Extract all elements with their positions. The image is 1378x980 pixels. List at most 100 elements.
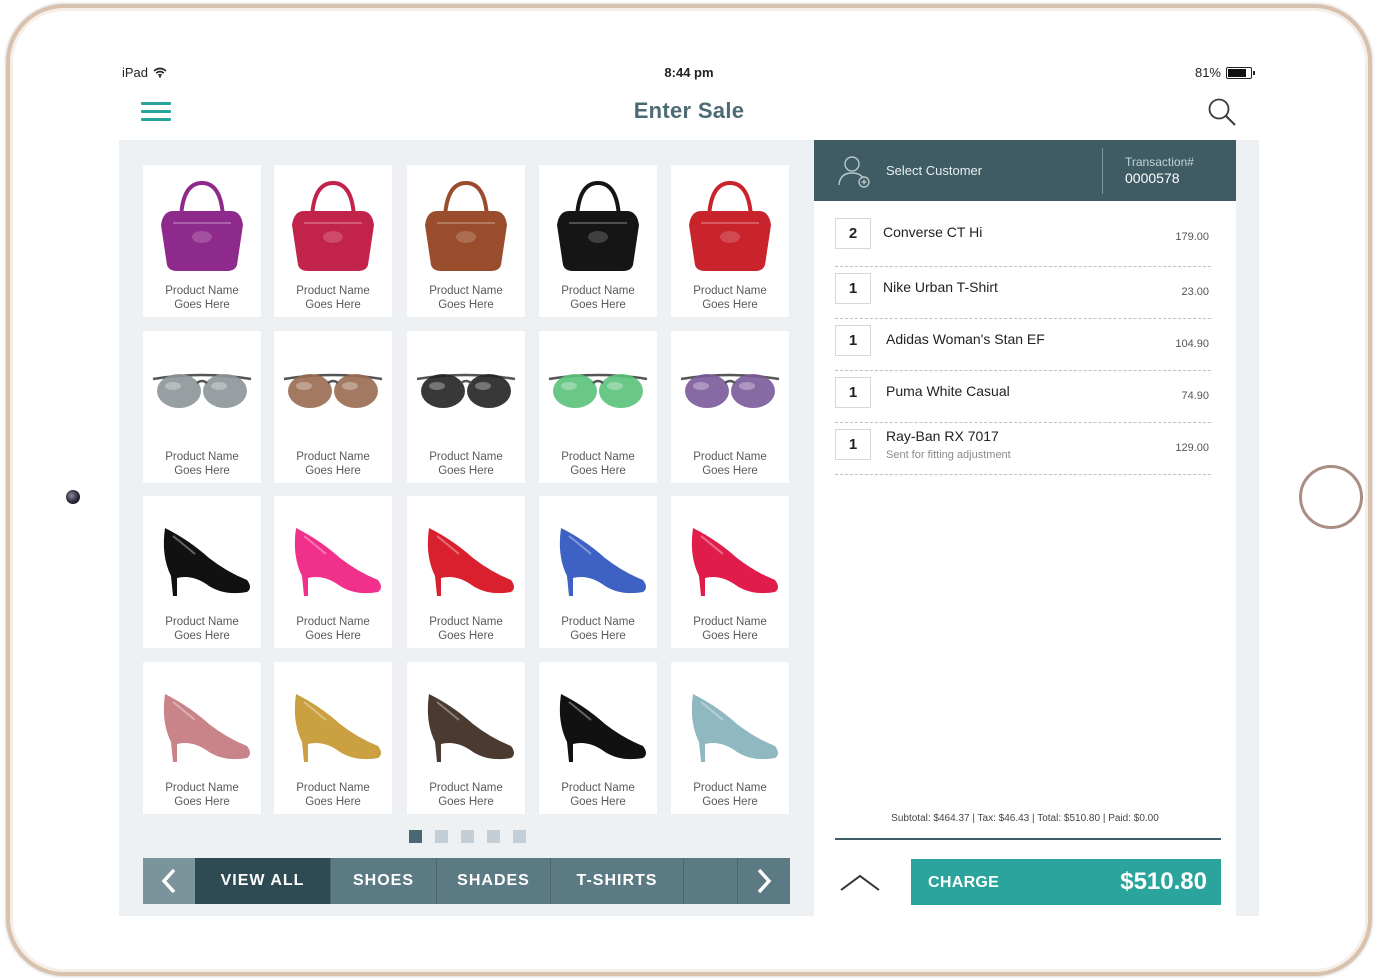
item-name: Nike Urban T-Shirt	[883, 279, 998, 295]
page-dot[interactable]	[409, 830, 422, 843]
product-name-line2: Goes Here	[438, 630, 494, 642]
product-name-line1: Product Name	[429, 616, 503, 628]
item-price: 74.90	[1181, 390, 1209, 402]
product-name-line1: Product Name	[296, 451, 370, 463]
product-name: Product Name Goes Here	[274, 450, 392, 478]
product-image-heel	[143, 662, 261, 780]
charge-button[interactable]: CHARGE $510.80	[911, 859, 1221, 905]
product-card[interactable]: Product Name Goes Here	[274, 331, 392, 483]
product-name: Product Name Goes Here	[671, 450, 789, 478]
product-name: Product Name Goes Here	[143, 781, 261, 809]
tab-empty[interactable]	[684, 858, 738, 904]
transaction-number: 0000578	[1125, 170, 1180, 186]
product-image-bag	[539, 165, 657, 283]
item-name: Converse CT Hi	[883, 224, 983, 240]
product-name: Product Name Goes Here	[539, 781, 657, 809]
quantity-box[interactable]: 1	[835, 377, 871, 408]
product-name-line2: Goes Here	[174, 465, 230, 477]
quantity-box[interactable]: 1	[835, 429, 871, 460]
chevron-up-icon[interactable]	[839, 872, 881, 894]
item-note: Sent for fitting adjustment	[886, 449, 1011, 461]
page-dot[interactable]	[513, 830, 526, 843]
line-item[interactable]: 1 Ray-Ban RX 7017 Sent for fitting adjustm…	[835, 428, 1211, 475]
product-image-glasses	[539, 331, 657, 449]
product-image-heel	[539, 496, 657, 614]
product-name-line1: Product Name	[296, 782, 370, 794]
product-image-heel	[143, 496, 261, 614]
item-name: Puma White Casual	[886, 383, 1010, 399]
page-title: Enter Sale	[633, 98, 745, 123]
product-name-line1: Product Name	[693, 782, 767, 794]
product-card[interactable]: Product Name Goes Here	[407, 496, 525, 648]
product-name-line1: Product Name	[693, 451, 767, 463]
product-card[interactable]: Product Name Goes Here	[143, 496, 261, 648]
quantity-box[interactable]: 1	[835, 325, 871, 356]
product-name-line1: Product Name	[429, 782, 503, 794]
product-card[interactable]: Product Name Goes Here	[274, 662, 392, 814]
quantity-box[interactable]: 2	[835, 218, 871, 249]
product-name-line2: Goes Here	[305, 796, 361, 808]
product-image-glasses	[407, 331, 525, 449]
page-dot[interactable]	[461, 830, 474, 843]
charge-amount: $510.80	[1120, 868, 1207, 895]
item-name: Ray-Ban RX 7017	[886, 428, 999, 444]
product-card[interactable]: Product Name Goes Here	[671, 165, 789, 317]
line-item[interactable]: 2 Converse CT Hi 179.00	[835, 217, 1211, 267]
page-dot[interactable]	[435, 830, 448, 843]
category-next-button[interactable]	[738, 858, 790, 904]
product-card[interactable]: Product Name Goes Here	[539, 496, 657, 648]
product-name-line1: Product Name	[165, 616, 239, 628]
line-item[interactable]: 1 Nike Urban T-Shirt 23.00	[835, 272, 1211, 319]
search-icon[interactable]	[1207, 97, 1237, 127]
product-name-line1: Product Name	[561, 616, 635, 628]
product-name-line2: Goes Here	[174, 796, 230, 808]
item-name: Adidas Woman's Stan EF	[886, 331, 1045, 347]
line-item[interactable]: 1 Puma White Casual 74.90	[835, 376, 1211, 423]
charge-label: CHARGE	[928, 874, 1000, 891]
product-name: Product Name Goes Here	[143, 615, 261, 643]
tab-shades[interactable]: SHADES	[437, 858, 551, 904]
product-card[interactable]: Product Name Goes Here	[143, 662, 261, 814]
product-card[interactable]: Product Name Goes Here	[407, 331, 525, 483]
product-card[interactable]: Product Name Goes Here	[143, 165, 261, 317]
product-card[interactable]: Product Name Goes Here	[539, 331, 657, 483]
product-card[interactable]: Product Name Goes Here	[539, 662, 657, 814]
tab-t-shirts[interactable]: T-SHIRTS	[551, 858, 684, 904]
select-customer-button[interactable]: Select Customer	[886, 163, 982, 178]
tab-shoes[interactable]: SHOES	[331, 858, 437, 904]
tab-view-all[interactable]: VIEW ALL	[195, 858, 331, 904]
product-card[interactable]: Product Name Goes Here	[671, 331, 789, 483]
home-button[interactable]	[1299, 465, 1363, 529]
product-name-line1: Product Name	[296, 285, 370, 297]
item-price: 23.00	[1181, 286, 1209, 298]
page-dot[interactable]	[487, 830, 500, 843]
product-name-line1: Product Name	[165, 451, 239, 463]
product-card[interactable]: Product Name Goes Here	[274, 165, 392, 317]
add-customer-icon[interactable]	[836, 153, 872, 189]
product-card[interactable]: Product Name Goes Here	[539, 165, 657, 317]
product-card[interactable]: Product Name Goes Here	[407, 662, 525, 814]
quantity-box[interactable]: 1	[835, 273, 871, 304]
category-bar: VIEW ALL SHOES SHADES T-SHIRTS	[143, 858, 790, 904]
app-screen: iPad 8:44 pm 81% Enter Sale Product Name…	[119, 58, 1259, 916]
product-card[interactable]: Product Name Goes Here	[143, 331, 261, 483]
category-prev-button[interactable]	[143, 858, 195, 904]
product-card[interactable]: Product Name Goes Here	[274, 496, 392, 648]
product-name-line2: Goes Here	[305, 630, 361, 642]
product-image-bag	[274, 165, 392, 283]
product-card[interactable]: Product Name Goes Here	[671, 662, 789, 814]
product-card[interactable]: Product Name Goes Here	[407, 165, 525, 317]
status-bar: iPad 8:44 pm 81%	[119, 58, 1259, 86]
product-name: Product Name Goes Here	[143, 450, 261, 478]
chevron-right-icon	[757, 868, 772, 894]
product-name: Product Name Goes Here	[671, 284, 789, 312]
product-name-line1: Product Name	[561, 285, 635, 297]
nav-bar: Enter Sale	[119, 86, 1259, 138]
product-name-line1: Product Name	[561, 451, 635, 463]
battery-percent: 81%	[1194, 65, 1221, 80]
product-name: Product Name Goes Here	[274, 781, 392, 809]
product-card[interactable]: Product Name Goes Here	[671, 496, 789, 648]
product-image-heel	[407, 496, 525, 614]
product-name-line2: Goes Here	[570, 465, 626, 477]
line-item[interactable]: 1 Adidas Woman's Stan EF 104.90	[835, 324, 1211, 371]
